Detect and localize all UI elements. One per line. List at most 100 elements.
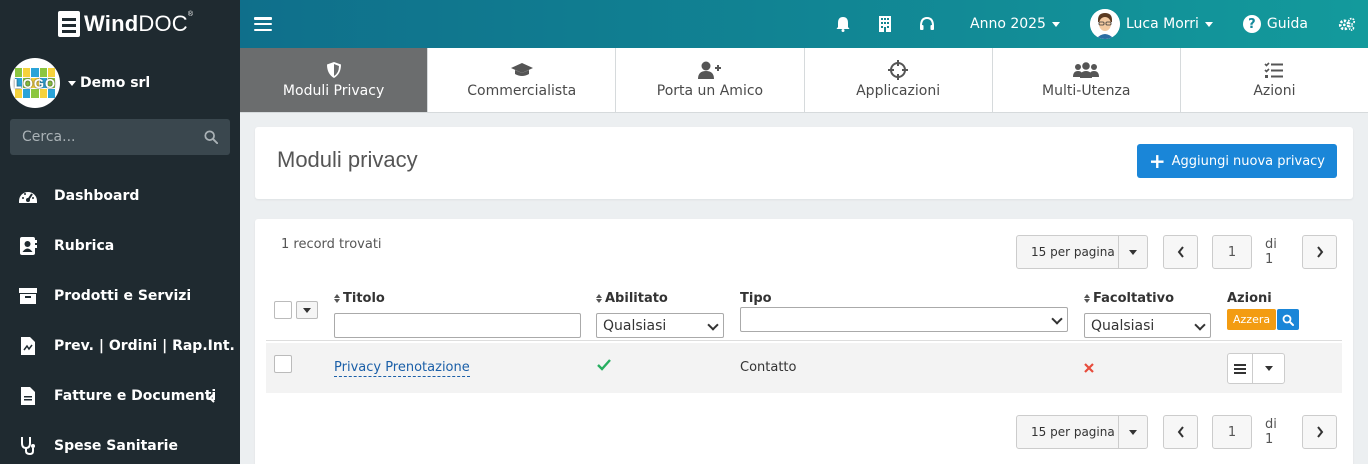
select-all-checkbox[interactable] (274, 301, 292, 319)
file-icon (18, 386, 38, 406)
hamburger-menu-icon[interactable] (254, 17, 272, 31)
document-icon (18, 336, 38, 356)
year-selector[interactable]: Anno 2025 (970, 16, 1060, 32)
sort-icon (334, 294, 340, 303)
column-header-titolo[interactable]: Titolo (334, 291, 385, 306)
caret-down-icon[interactable] (1119, 236, 1147, 268)
column-header-facoltativo[interactable]: Facoltativo (1084, 291, 1174, 306)
cross-icon (1084, 362, 1094, 377)
search-icon[interactable] (204, 130, 218, 144)
next-page-button[interactable] (1302, 415, 1337, 449)
row-tipo: Contatto (740, 360, 797, 375)
search-filter-button[interactable] (1277, 309, 1299, 330)
next-page-button[interactable] (1302, 235, 1337, 269)
sidebar-item-rubrica[interactable]: Rubrica (0, 221, 240, 271)
headset-icon[interactable] (918, 15, 936, 33)
stethoscope-icon (18, 436, 38, 456)
tab-multi-utenza[interactable]: Multi-Utenza (993, 48, 1181, 112)
sidebar-item-preventivi[interactable]: Prev. | Ordini | Rap.Int. (0, 321, 240, 371)
page-title: Moduli privacy (277, 147, 418, 172)
sidebar-item-spese-sanitarie[interactable]: Spese Sanitarie (0, 421, 240, 464)
company-selector[interactable]: LOGO Demo srl (0, 48, 240, 118)
topbar: Anno 2025 Luca Morri ? Guida (240, 0, 1368, 48)
gauge-icon (18, 186, 38, 206)
caret-down-icon (1204, 21, 1213, 27)
tab-applicazioni[interactable]: Applicazioni (805, 48, 993, 112)
filter-tipo-select[interactable] (740, 307, 1068, 332)
per-page-select[interactable]: 15 per pagina (1016, 415, 1148, 449)
search-input[interactable] (22, 129, 204, 145)
row-checkbox[interactable] (274, 355, 292, 373)
chevron-down-icon (1194, 319, 1206, 331)
users-icon (1073, 59, 1100, 81)
per-page-select[interactable]: 15 per pagina (1016, 235, 1148, 269)
sidebar-item-fatture[interactable]: Fatture e Documenti (0, 371, 240, 421)
pagination-top: 15 per pagina 1 di 1 (1016, 235, 1337, 269)
prev-page-button[interactable] (1163, 235, 1198, 269)
brand[interactable]: WindDOC® (0, 0, 240, 48)
sort-icon (1084, 294, 1090, 303)
box-icon (18, 286, 38, 306)
help-link[interactable]: ? Guida (1242, 15, 1308, 33)
tab-azioni[interactable]: Azioni (1181, 48, 1368, 112)
doc-logo-icon (58, 11, 80, 37)
pagination-bottom: 15 per pagina 1 di 1 (1016, 415, 1337, 449)
page-number-input[interactable]: 1 (1212, 415, 1252, 449)
page-header-card: Moduli privacy + Aggiungi nuova privacy (255, 127, 1353, 199)
sidebar-item-dashboard[interactable]: Dashboard (0, 171, 240, 221)
row-titolo: Privacy Prenotazione (334, 360, 470, 377)
company-name[interactable]: Demo srl (68, 75, 150, 91)
avatar (1089, 9, 1120, 39)
table-row: Privacy Prenotazione Contatto (266, 343, 1342, 393)
sidebar: WindDOC® LOGO Demo srl Dashboard Rubrica… (0, 0, 240, 464)
page-total: di 1 (1265, 417, 1277, 447)
filter-titolo-input[interactable] (334, 313, 581, 338)
caret-down-icon[interactable] (1253, 354, 1284, 383)
windoc-logo: WindDOC® (58, 11, 193, 37)
brand-name: WindDOC® (84, 11, 194, 36)
privacy-list-card: 1 record trovati 15 per pagina 1 di 1 Ti… (255, 219, 1353, 464)
search-icon (1282, 314, 1294, 326)
reset-filters-button[interactable]: Azzera (1227, 309, 1277, 330)
chevron-left-icon (208, 391, 216, 407)
bell-icon[interactable] (834, 15, 852, 33)
chevron-down-icon (1051, 313, 1063, 325)
page-number-input[interactable]: 1 (1212, 235, 1252, 269)
tab-porta-un-amico[interactable]: Porta un Amico (616, 48, 805, 112)
sidebar-search (10, 119, 230, 155)
topbar-right: Anno 2025 Luca Morri ? Guida (834, 0, 1368, 48)
column-header-azioni: Azioni (1227, 291, 1272, 306)
caret-down-icon (68, 80, 76, 86)
sort-icon (596, 294, 602, 303)
chevron-down-icon (707, 319, 719, 331)
tab-moduli-privacy[interactable]: Moduli Privacy (240, 48, 429, 112)
page-total: di 1 (1265, 237, 1277, 267)
cogs-icon[interactable] (1338, 15, 1356, 33)
building-icon[interactable] (876, 15, 894, 33)
row-actions (1227, 353, 1285, 384)
bulk-actions-dropdown[interactable] (296, 301, 318, 319)
menu-icon[interactable] (1228, 354, 1253, 383)
section-tabs: Moduli Privacy Commercialista Porta un A… (240, 48, 1368, 113)
privacy-title-link[interactable]: Privacy Prenotazione (334, 360, 470, 377)
prev-page-button[interactable] (1163, 415, 1198, 449)
user-plus-icon (697, 59, 722, 81)
address-book-icon (18, 236, 38, 256)
tab-commercialista[interactable]: Commercialista (428, 48, 617, 112)
filter-facoltativo-select[interactable]: Qualsiasi (1084, 313, 1211, 338)
sidebar-menu: Dashboard Rubrica Prodotti e Servizi Pre… (0, 171, 240, 464)
table-header: Titolo Abilitato Qualsiasi Tipo Facoltat… (266, 287, 1342, 341)
tasks-icon (1264, 59, 1284, 81)
plus-icon: + (1148, 149, 1166, 173)
column-header-abilitato[interactable]: Abilitato (596, 291, 668, 306)
caret-down-icon (1051, 21, 1060, 27)
column-header-tipo: Tipo (740, 291, 772, 306)
filter-abilitato-select[interactable]: Qualsiasi (596, 313, 724, 338)
question-icon: ? (1242, 15, 1261, 33)
user-menu[interactable]: Luca Morri (1089, 9, 1213, 39)
check-icon (597, 359, 611, 375)
sidebar-item-prodotti[interactable]: Prodotti e Servizi (0, 271, 240, 321)
add-privacy-button[interactable]: + Aggiungi nuova privacy (1136, 144, 1337, 178)
crosshair-icon (888, 59, 909, 81)
caret-down-icon[interactable] (1119, 416, 1147, 448)
